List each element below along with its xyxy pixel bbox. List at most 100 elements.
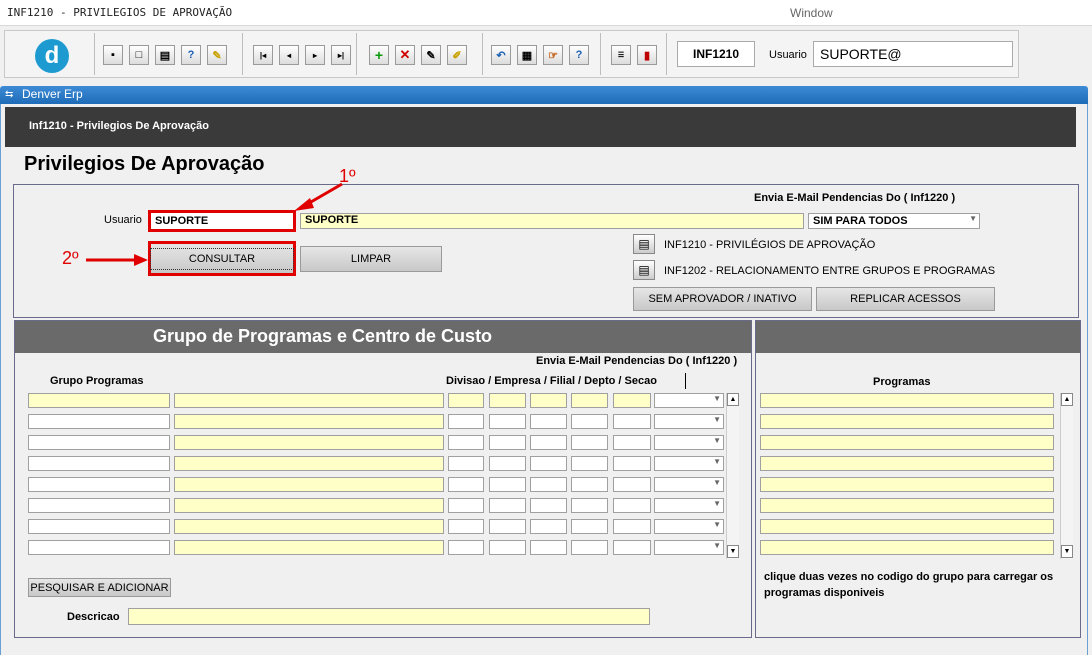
divisao-cell[interactable] (489, 519, 526, 534)
programa-cell[interactable] (760, 519, 1054, 534)
report-inf1210[interactable]: INF1210 - PRIVILÉGIOS DE APROVAÇÃO (664, 239, 875, 251)
divisao-cell[interactable] (489, 540, 526, 555)
divisao-cell[interactable] (571, 435, 608, 450)
grupo-code-cell[interactable] (28, 477, 170, 492)
grupo-desc-cell[interactable] (174, 498, 444, 513)
grupos-scrollbar[interactable]: ▲ ▼ (726, 393, 739, 559)
help-query-icon[interactable]: ? (181, 45, 201, 65)
divisao-cell[interactable] (489, 498, 526, 513)
divisao-cell[interactable] (448, 393, 484, 408)
exit-icon[interactable]: ▮ (637, 45, 657, 65)
paste-icon[interactable]: ▦ (517, 45, 537, 65)
grupo-desc-cell[interactable] (174, 540, 444, 555)
email-row-select[interactable]: ▼ (654, 540, 724, 555)
divisao-cell[interactable] (571, 519, 608, 534)
divisao-cell[interactable] (613, 393, 651, 408)
divisao-cell[interactable] (613, 435, 651, 450)
divisao-cell[interactable] (448, 435, 484, 450)
grupo-code-cell[interactable] (28, 393, 170, 408)
grupo-desc-cell[interactable] (174, 519, 444, 534)
scroll-down-icon[interactable]: ▼ (1061, 545, 1073, 558)
email-row-select[interactable]: ▼ (654, 519, 724, 534)
undo-icon[interactable]: ↶ (491, 45, 511, 65)
consultar-button[interactable]: CONSULTAR (148, 241, 296, 276)
edit-query-icon[interactable]: ✎ (207, 45, 227, 65)
pesquisar-adicionar-button[interactable]: PESQUISAR E ADICIONAR (28, 578, 171, 597)
report-inf1202[interactable]: INF1202 - RELACIONAMENTO ENTRE GRUPOS E … (664, 265, 995, 277)
divisao-cell[interactable] (530, 540, 567, 555)
divisao-cell[interactable] (448, 540, 484, 555)
divisao-cell[interactable] (489, 435, 526, 450)
print-icon[interactable]: ▤ (155, 45, 175, 65)
divisao-cell[interactable] (489, 456, 526, 471)
programa-cell[interactable] (760, 477, 1054, 492)
grupo-desc-cell[interactable] (174, 456, 444, 471)
edit-record-icon[interactable]: ✎ (421, 45, 441, 65)
divisao-cell[interactable] (530, 393, 567, 408)
first-record-icon[interactable]: |◂ (253, 45, 273, 65)
tools-icon[interactable]: ☞ (543, 45, 563, 65)
programa-cell[interactable] (760, 435, 1054, 450)
programa-cell[interactable] (760, 414, 1054, 429)
divisao-cell[interactable] (530, 414, 567, 429)
divisao-cell[interactable] (571, 498, 608, 513)
programa-cell[interactable] (760, 393, 1054, 408)
scroll-up-icon[interactable]: ▲ (727, 393, 739, 406)
email-row-select[interactable]: ▼ (654, 435, 724, 450)
grupo-code-cell[interactable] (28, 414, 170, 429)
grupo-code-cell[interactable] (28, 435, 170, 450)
grupo-code-cell[interactable] (28, 498, 170, 513)
divisao-cell[interactable] (530, 435, 567, 450)
window-icon[interactable]: □ (129, 45, 149, 65)
toolbar-user-field[interactable]: SUPORTE@ (813, 41, 1013, 67)
email-row-select[interactable]: ▼ (654, 498, 724, 513)
divisao-cell[interactable] (448, 519, 484, 534)
insert-record-icon[interactable]: + (369, 45, 389, 65)
email-row-select[interactable]: ▼ (654, 456, 724, 471)
divisao-cell[interactable] (489, 414, 526, 429)
programa-cell[interactable] (760, 540, 1054, 555)
divisao-cell[interactable] (530, 456, 567, 471)
user-code-field[interactable]: SUPORTE (148, 210, 296, 232)
prev-record-icon[interactable]: ◂ (279, 45, 299, 65)
grupo-desc-cell[interactable] (174, 435, 444, 450)
menu-icon[interactable]: ☰ (611, 45, 631, 65)
divisao-cell[interactable] (613, 414, 651, 429)
email-select[interactable]: SIM PARA TODOS ▼ (808, 213, 980, 229)
divisao-cell[interactable] (571, 393, 608, 408)
next-record-icon[interactable]: ▸ (305, 45, 325, 65)
divisao-cell[interactable] (613, 519, 651, 534)
scroll-up-icon[interactable]: ▲ (1061, 393, 1073, 406)
scroll-down-icon[interactable]: ▼ (727, 545, 739, 558)
divisao-cell[interactable] (571, 456, 608, 471)
limpar-button[interactable]: LIMPAR (300, 246, 442, 272)
programa-cell[interactable] (760, 456, 1054, 471)
grupo-code-cell[interactable] (28, 519, 170, 534)
grupo-desc-cell[interactable] (174, 477, 444, 492)
grupo-code-cell[interactable] (28, 540, 170, 555)
replicar-acessos-button[interactable]: REPLICAR ACESSOS (816, 287, 995, 311)
grupo-desc-cell[interactable] (174, 393, 444, 408)
sem-aprovador-button[interactable]: SEM APROVADOR / INATIVO (633, 287, 812, 311)
divisao-cell[interactable] (448, 477, 484, 492)
grupo-desc-cell[interactable] (174, 414, 444, 429)
divisao-cell[interactable] (571, 414, 608, 429)
divisao-cell[interactable] (530, 477, 567, 492)
email-row-select[interactable]: ▼ (654, 393, 724, 408)
divisao-cell[interactable] (571, 477, 608, 492)
print-report-icon[interactable]: ▤ (633, 260, 655, 280)
save-icon[interactable]: ▪ (103, 45, 123, 65)
divisao-cell[interactable] (571, 540, 608, 555)
programas-scrollbar[interactable]: ▲ ▼ (1060, 393, 1073, 559)
email-row-select[interactable]: ▼ (654, 414, 724, 429)
divisao-cell[interactable] (448, 456, 484, 471)
divisao-cell[interactable] (448, 414, 484, 429)
divisao-cell[interactable] (530, 519, 567, 534)
divisao-cell[interactable] (613, 477, 651, 492)
divisao-cell[interactable] (489, 393, 526, 408)
divisao-cell[interactable] (613, 540, 651, 555)
divisao-cell[interactable] (613, 456, 651, 471)
divisao-cell[interactable] (448, 498, 484, 513)
delete-record-icon[interactable]: ✕ (395, 45, 415, 65)
print-report-icon[interactable]: ▤ (633, 234, 655, 254)
